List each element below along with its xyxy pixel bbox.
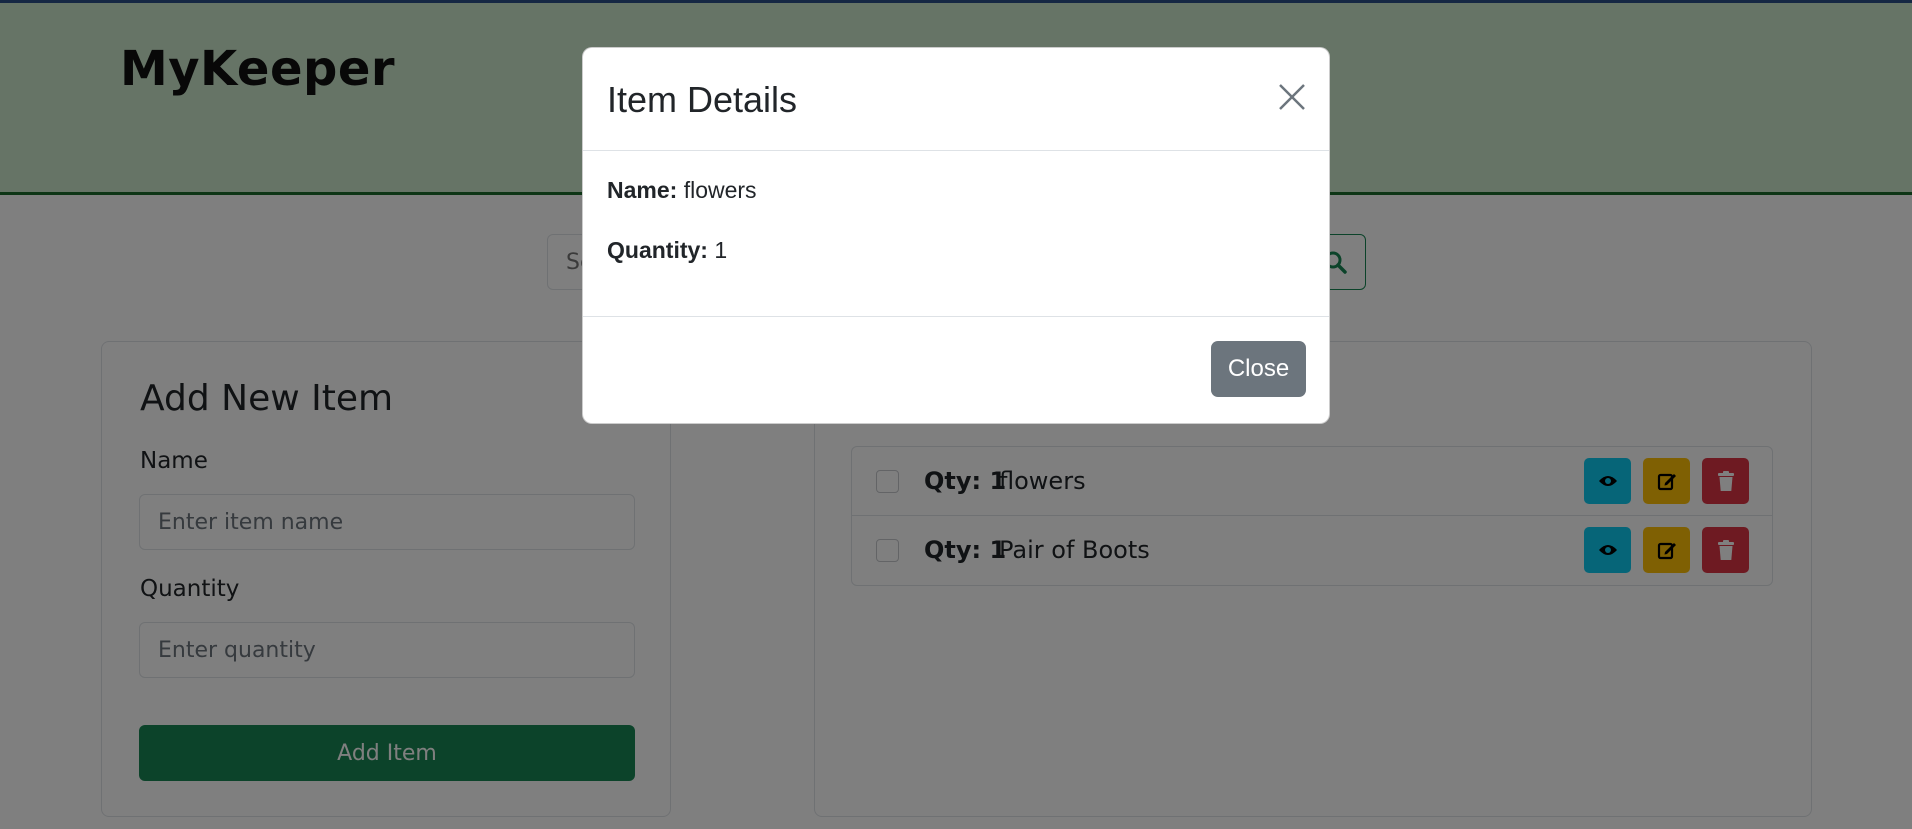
detail-quantity-row: Quantity: 1 xyxy=(607,237,727,264)
detail-name-row: Name: flowers xyxy=(607,177,757,204)
modal-footer: Close xyxy=(583,317,1329,425)
modal-header: Item Details xyxy=(583,48,1329,151)
detail-quantity-value: 1 xyxy=(714,237,728,263)
item-details-modal: Item Details Name: flowers Quantity: 1 C… xyxy=(582,47,1330,424)
close-icon xyxy=(1279,84,1305,110)
detail-name-label: Name: xyxy=(607,177,684,203)
detail-name-value: flowers xyxy=(683,177,757,203)
modal-close-button[interactable] xyxy=(1275,80,1309,114)
detail-quantity-label: Quantity: xyxy=(607,237,715,263)
close-button[interactable]: Close xyxy=(1211,341,1306,397)
modal-body: Name: flowers Quantity: 1 xyxy=(583,151,1329,317)
modal-title: Item Details xyxy=(607,79,798,120)
